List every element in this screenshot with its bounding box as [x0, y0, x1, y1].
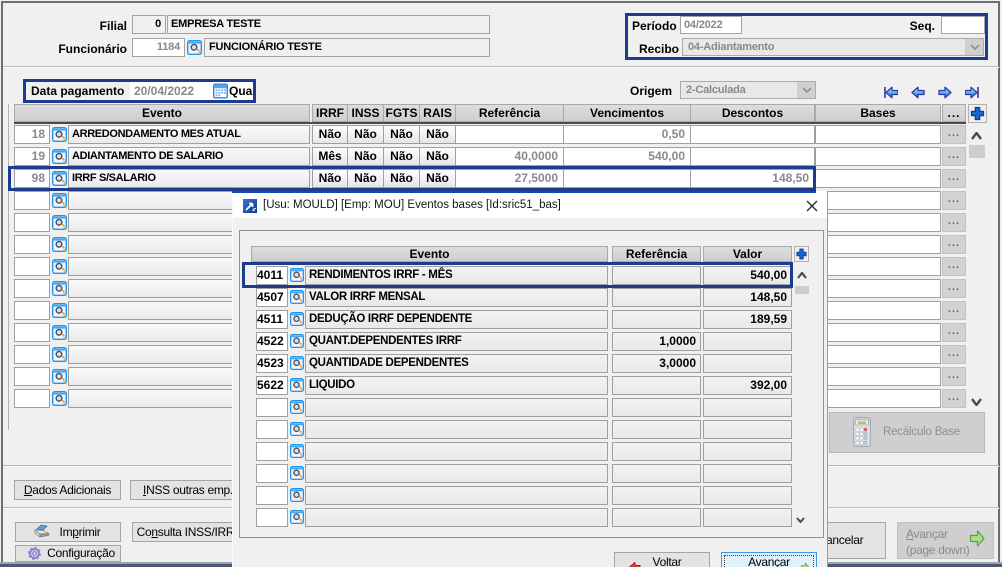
svg-text:8888: 8888 — [858, 421, 866, 425]
